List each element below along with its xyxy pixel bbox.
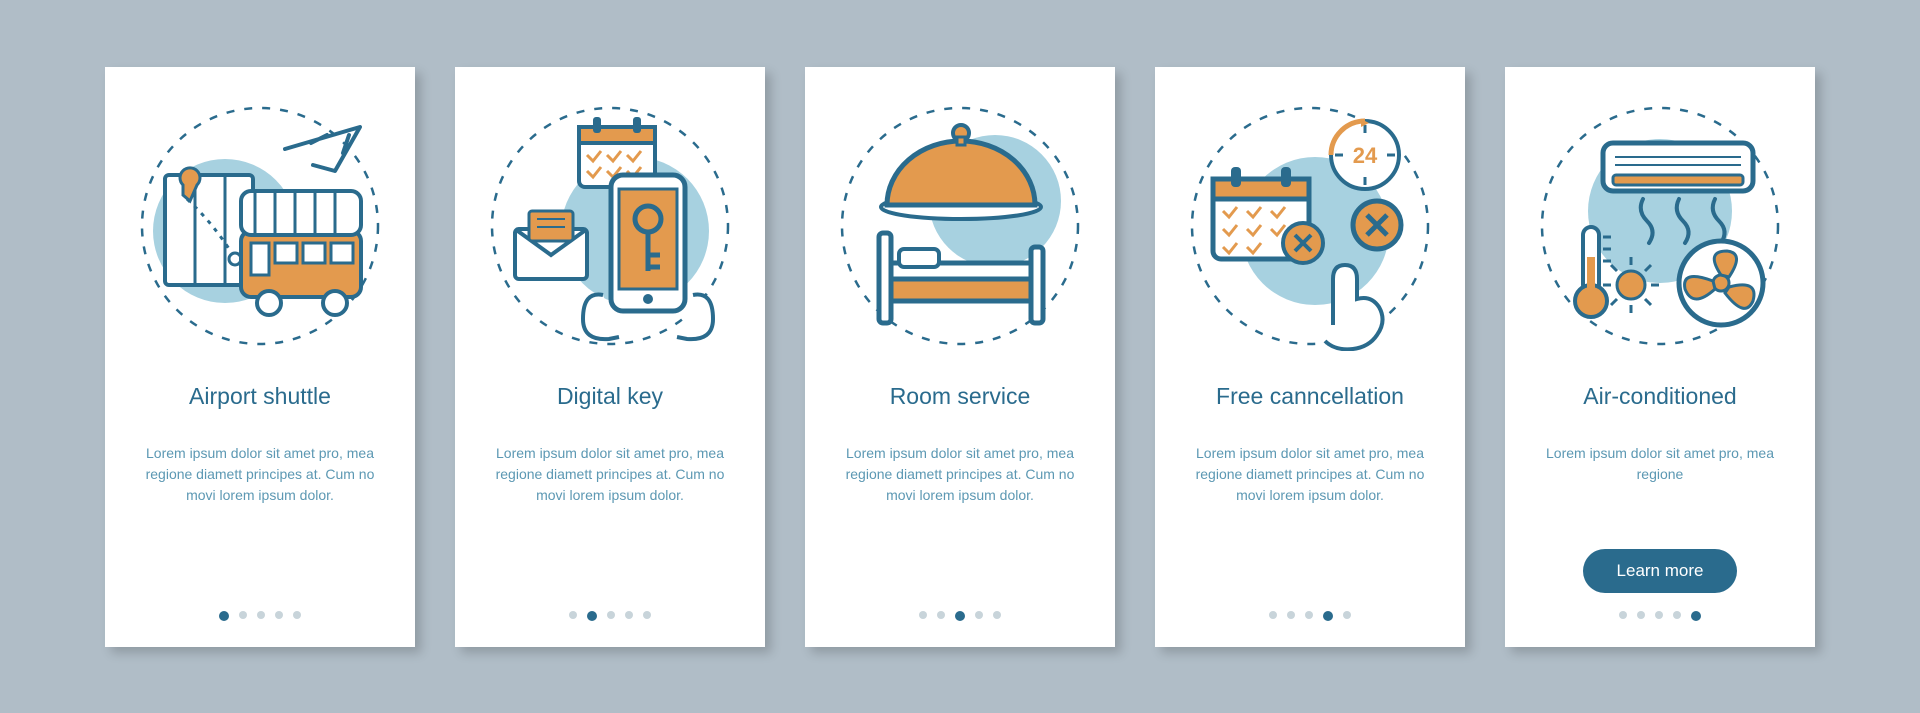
dot[interactable] <box>993 611 1001 619</box>
dot[interactable] <box>257 611 265 619</box>
card-description: Lorem ipsum dolor sit amet pro, mea regi… <box>133 443 387 611</box>
svg-text:24: 24 <box>1353 143 1378 168</box>
dot[interactable] <box>1269 611 1277 619</box>
dot[interactable] <box>569 611 577 619</box>
dot[interactable] <box>1637 611 1645 619</box>
room-service-icon <box>835 101 1085 351</box>
pagination-dots <box>569 611 651 627</box>
pagination-dots <box>1619 611 1701 627</box>
pagination-dots <box>919 611 1001 627</box>
dot[interactable] <box>625 611 633 619</box>
air-conditioned-icon <box>1535 101 1785 351</box>
dot[interactable] <box>219 611 229 621</box>
dot[interactable] <box>607 611 615 619</box>
dot[interactable] <box>975 611 983 619</box>
dot[interactable] <box>293 611 301 619</box>
card-air-conditioned: Air-conditioned Lorem ipsum dolor sit am… <box>1505 67 1815 647</box>
card-airport-shuttle: Airport shuttle Lorem ipsum dolor sit am… <box>105 67 415 647</box>
dot[interactable] <box>1619 611 1627 619</box>
pagination-dots <box>219 611 301 627</box>
card-title: Free canncellation <box>1216 369 1404 425</box>
card-description: Lorem ipsum dolor sit amet pro, mea regi… <box>833 443 1087 611</box>
card-description: Lorem ipsum dolor sit amet pro, mea regi… <box>1533 443 1787 539</box>
card-title: Air-conditioned <box>1583 369 1736 425</box>
card-description: Lorem ipsum dolor sit amet pro, mea regi… <box>483 443 737 611</box>
dot[interactable] <box>587 611 597 621</box>
dot[interactable] <box>919 611 927 619</box>
learn-more-button[interactable]: Learn more <box>1583 549 1738 593</box>
card-room-service: Room service Lorem ipsum dolor sit amet … <box>805 67 1115 647</box>
pagination-dots <box>1269 611 1351 627</box>
card-digital-key: Digital key Lorem ipsum dolor sit amet p… <box>455 67 765 647</box>
dot[interactable] <box>1655 611 1663 619</box>
dot[interactable] <box>1673 611 1681 619</box>
airport-shuttle-icon <box>135 101 385 351</box>
dot[interactable] <box>1691 611 1701 621</box>
card-title: Digital key <box>557 369 663 425</box>
dot[interactable] <box>1343 611 1351 619</box>
card-title: Airport shuttle <box>189 369 331 425</box>
dot[interactable] <box>1305 611 1313 619</box>
digital-key-icon <box>485 101 735 351</box>
dot[interactable] <box>275 611 283 619</box>
dot[interactable] <box>239 611 247 619</box>
free-cancellation-icon: 24 <box>1185 101 1435 351</box>
onboarding-cards-row: Airport shuttle Lorem ipsum dolor sit am… <box>105 67 1815 647</box>
dot[interactable] <box>1287 611 1295 619</box>
card-title: Room service <box>890 369 1031 425</box>
card-free-cancellation: 24 <box>1155 67 1465 647</box>
dot[interactable] <box>1323 611 1333 621</box>
dot[interactable] <box>937 611 945 619</box>
dot[interactable] <box>955 611 965 621</box>
dot[interactable] <box>643 611 651 619</box>
card-description: Lorem ipsum dolor sit amet pro, mea regi… <box>1183 443 1437 611</box>
